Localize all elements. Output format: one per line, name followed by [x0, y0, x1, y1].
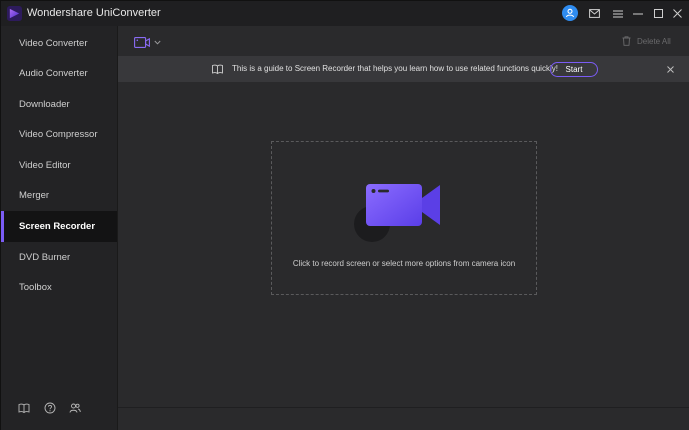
sidebar-item-merger[interactable]: Merger — [1, 180, 117, 211]
minimize-icon[interactable] — [633, 5, 643, 22]
sidebar-item-video-editor[interactable]: Video Editor — [1, 150, 117, 181]
delete-all-button[interactable]: Delete All — [622, 36, 671, 46]
chevron-down-icon — [154, 40, 161, 45]
sidebar-item-audio-converter[interactable]: Audio Converter — [1, 58, 117, 89]
main-panel: Delete All This is a guide to Screen Rec… — [118, 26, 689, 430]
dropzone-hint: Click to record screen or select more op… — [292, 259, 516, 268]
help-icon[interactable] — [44, 402, 56, 414]
sidebar: Video Converter Audio Converter Download… — [1, 26, 118, 430]
close-icon — [666, 65, 674, 73]
bottom-divider — [118, 407, 689, 408]
banner-text: This is a guide to Screen Recorder that … — [232, 64, 558, 73]
menu-icon[interactable] — [612, 5, 623, 22]
user-avatar-icon[interactable] — [562, 5, 578, 21]
sidebar-item-downloader[interactable]: Downloader — [1, 89, 117, 120]
toolbar: Delete All — [118, 26, 689, 56]
title-bar: Wondershare UniConverter — [1, 1, 689, 26]
book-icon — [212, 64, 223, 74]
guide-banner: This is a guide to Screen Recorder that … — [118, 56, 689, 82]
community-icon[interactable] — [69, 402, 81, 414]
camera-illustration-icon[interactable] — [354, 180, 450, 242]
app-window: Wondershare UniConverter Video Converter… — [0, 0, 689, 430]
trash-icon — [622, 36, 631, 46]
start-guide-button[interactable]: Start — [550, 62, 598, 77]
sidebar-item-screen-recorder[interactable]: Screen Recorder — [1, 211, 117, 242]
camera-dropdown-button[interactable] — [134, 35, 162, 49]
sidebar-item-video-converter[interactable]: Video Converter — [1, 28, 117, 59]
record-dropzone[interactable]: Click to record screen or select more op… — [271, 141, 537, 295]
maximize-icon[interactable] — [653, 5, 663, 22]
camera-icon — [134, 36, 150, 48]
mail-icon[interactable] — [589, 5, 600, 22]
banner-close-button[interactable] — [664, 63, 676, 75]
book-icon[interactable] — [18, 402, 30, 414]
sidebar-item-dvd-burner[interactable]: DVD Burner — [1, 242, 117, 273]
sidebar-item-video-compressor[interactable]: Video Compressor — [1, 119, 117, 150]
close-icon[interactable] — [672, 5, 682, 22]
app-title: Wondershare UniConverter — [27, 7, 161, 19]
app-logo-icon — [7, 6, 22, 21]
delete-all-label: Delete All — [637, 36, 671, 46]
sidebar-item-toolbox[interactable]: Toolbox — [1, 272, 117, 303]
